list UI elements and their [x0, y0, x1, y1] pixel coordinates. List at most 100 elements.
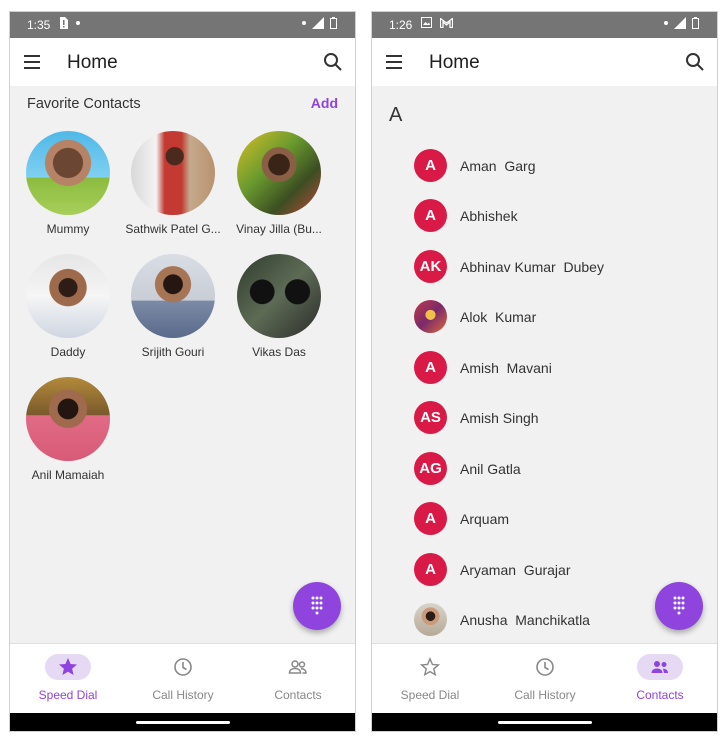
favorite-contact[interactable]: Srijith Gouri [123, 254, 223, 359]
contact-name: Alok Kumar [460, 309, 537, 325]
gmail-icon [440, 17, 453, 28]
dialpad-fab[interactable] [293, 582, 341, 630]
bottom-navigation: Speed Dial Call History Contacts [372, 643, 717, 713]
page-title: Home [67, 52, 118, 73]
contact-name: Amish Mavani [460, 360, 552, 376]
status-bar: 1:35 [10, 12, 355, 38]
avatar [414, 300, 447, 333]
status-time: 1:26 [389, 18, 413, 32]
avatar [26, 377, 110, 461]
list-item[interactable]: A Amish Mavani [372, 351, 717, 401]
app-bar: Home [10, 38, 355, 86]
signal-icon [312, 17, 324, 29]
notification-dot-icon [76, 21, 80, 25]
favorite-name: Vinay Jilla (Bu... [236, 222, 322, 236]
favorite-contact[interactable]: Mummy [18, 131, 118, 236]
avatar [131, 254, 215, 338]
contact-name: Abhishek [460, 208, 518, 224]
search-icon[interactable] [323, 52, 343, 72]
favorite-contact[interactable]: Vikas Das [229, 254, 329, 359]
favorite-name: Sathwik Patel G... [125, 222, 221, 236]
avatar: AG [414, 452, 447, 485]
page-title: Home [429, 52, 480, 73]
favorite-name: Mummy [46, 222, 90, 236]
nav-contacts[interactable]: Contacts [243, 654, 353, 702]
favorites-header: Favorite Contacts [27, 96, 141, 112]
avatar: A [414, 351, 447, 384]
contact-name: Anusha Manchikatla [460, 612, 590, 628]
notification-dot-icon [302, 21, 306, 25]
people-icon [288, 660, 307, 674]
favorite-contact[interactable]: Anil Mamaiah [18, 377, 118, 482]
list-item[interactable]: AS Amish Singh [372, 401, 717, 451]
contact-name: Arquam [460, 511, 510, 527]
contact-name: Amish Singh [460, 410, 539, 426]
app-bar: Home [372, 38, 717, 86]
favorite-contact[interactable]: Daddy [18, 254, 118, 359]
contact-name: Aman Garg [460, 158, 536, 174]
status-bar: 1:26 [372, 12, 717, 38]
contacts-list-panel: A A Aman Garg A Abhishek AK Abhinav Kuma… [372, 86, 717, 643]
nav-speed-dial[interactable]: Speed Dial [13, 654, 123, 702]
contact-name: Aryaman Gurajar [460, 562, 571, 578]
avatar [237, 254, 321, 338]
list-item[interactable]: Alok Kumar [372, 300, 717, 350]
nav-call-history[interactable]: Call History [490, 654, 600, 702]
sim-alert-icon [60, 17, 68, 29]
nav-contacts[interactable]: Contacts [605, 654, 715, 702]
home-handle[interactable] [136, 721, 230, 724]
people-icon [651, 661, 668, 673]
status-time: 1:35 [27, 18, 51, 32]
star-icon [59, 658, 77, 675]
battery-icon [692, 17, 699, 29]
avatar: AK [414, 250, 447, 283]
gesture-bar [372, 713, 717, 731]
search-icon[interactable] [685, 52, 705, 72]
star-outline-icon [420, 657, 440, 677]
list-item[interactable]: A Arquam [372, 502, 717, 552]
list-item[interactable]: A Abhishek [372, 199, 717, 249]
clock-icon [174, 658, 192, 676]
favorite-name: Daddy [50, 345, 86, 359]
avatar [131, 131, 215, 215]
avatar [237, 131, 321, 215]
avatar [414, 603, 447, 636]
dialpad-icon [673, 596, 685, 615]
list-item[interactable]: AG Anil Gatla [372, 452, 717, 502]
menu-icon[interactable] [386, 55, 402, 69]
avatar: A [414, 199, 447, 232]
menu-icon[interactable] [24, 55, 40, 69]
add-favorite-button[interactable]: Add [311, 95, 338, 111]
favorites-panel: Favorite Contacts Add Mummy Sathwik Pate… [10, 86, 355, 643]
favorite-name: Anil Mamaiah [31, 468, 105, 482]
contacts-screen: 1:26 Home A A Aman Garg A Abhishek AK Ab… [371, 11, 718, 732]
avatar: AS [414, 401, 447, 434]
dialpad-fab[interactable] [655, 582, 703, 630]
contact-name: Abhinav Kumar Dubey [460, 259, 604, 275]
dialpad-icon [311, 596, 323, 615]
home-handle[interactable] [498, 721, 592, 724]
avatar [26, 131, 110, 215]
favorite-name: Vikas Das [252, 345, 306, 359]
favorite-contact[interactable]: Sathwik Patel G... [123, 131, 223, 236]
avatar: A [414, 149, 447, 182]
nav-call-history[interactable]: Call History [128, 654, 238, 702]
nav-speed-dial[interactable]: Speed Dial [375, 654, 485, 702]
bottom-navigation: Speed Dial Call History Contacts [10, 643, 355, 713]
signal-icon [674, 17, 686, 29]
speed-dial-screen: 1:35 Home Favorite Contacts Add Mummy Sa… [9, 11, 356, 732]
contact-name: Anil Gatla [460, 461, 521, 477]
favorite-contact[interactable]: Vinay Jilla (Bu... [229, 131, 329, 236]
avatar [26, 254, 110, 338]
clock-icon [536, 658, 554, 676]
favorite-name: Srijith Gouri [141, 345, 205, 359]
section-letter: A [389, 104, 403, 126]
notification-dot-icon [664, 21, 668, 25]
list-item[interactable]: A Aman Garg [372, 149, 717, 199]
avatar: A [414, 502, 447, 535]
list-item[interactable]: AK Abhinav Kumar Dubey [372, 250, 717, 300]
avatar: A [414, 553, 447, 586]
gesture-bar [10, 713, 355, 731]
image-icon [421, 17, 432, 28]
battery-icon [330, 17, 337, 29]
